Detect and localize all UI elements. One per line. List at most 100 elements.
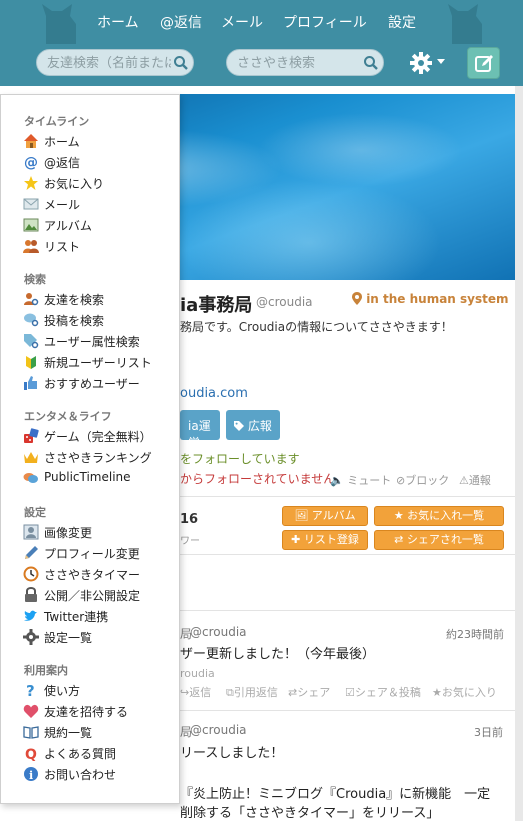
post-search-box xyxy=(226,49,384,76)
follow-status: をフォローしています xyxy=(180,452,300,466)
q-icon: Q xyxy=(25,747,37,761)
compose-icon xyxy=(475,55,493,72)
mute-link[interactable]: 🔈 ミュート xyxy=(330,472,391,488)
menu-item-home[interactable]: ホーム xyxy=(23,131,179,151)
menu-item-games[interactable]: ゲーム（完全無料） xyxy=(23,426,179,446)
menu-item-favorites[interactable]: お気に入り xyxy=(23,173,179,193)
menu-section-title: タイムライン xyxy=(24,115,90,128)
star-icon xyxy=(24,176,38,190)
nav-mail[interactable]: メール xyxy=(221,12,263,32)
post-text: リースしました！ xyxy=(180,746,284,761)
menu-item-privacy[interactable]: 公開／非公開設定 xyxy=(23,585,179,605)
location-pin-icon xyxy=(352,292,362,305)
report-link[interactable]: ⚠通報 xyxy=(459,472,491,488)
shared-list-button[interactable]: ⇄ シェアされ一覧 xyxy=(374,530,504,550)
profile-url[interactable]: oudia.com xyxy=(180,386,248,401)
menu-item-faq[interactable]: Q よくある質問 xyxy=(23,743,179,763)
follower-label: ワー xyxy=(180,536,200,547)
book-icon xyxy=(23,726,39,739)
menu-item-timer[interactable]: ささやきタイマー xyxy=(23,564,179,584)
follower-count: 16 xyxy=(180,512,199,527)
user-search-icon xyxy=(24,293,39,306)
post-time[interactable]: 約23時間前 xyxy=(446,626,504,642)
search-icon[interactable] xyxy=(173,55,189,71)
svg-text:@: @ xyxy=(24,155,38,170)
tag-icon xyxy=(234,421,244,431)
main-nav: ホーム @返信 メール プロフィール 設定 xyxy=(0,12,523,32)
divider xyxy=(180,496,515,497)
menu-item-terms[interactable]: 規約一覧 xyxy=(23,722,179,742)
nav-home[interactable]: ホーム xyxy=(97,12,139,32)
twitter-icon xyxy=(24,610,37,621)
menu-item-settings-list[interactable]: 設定一覧 xyxy=(23,627,179,647)
share-post-action[interactable]: ☑シェア＆投稿 xyxy=(345,684,421,700)
menu-item-new-users[interactable]: 新規ユーザーリスト xyxy=(23,352,179,372)
nav-settings[interactable]: 設定 xyxy=(388,12,416,32)
favorite-action[interactable]: ★お気に入り xyxy=(432,684,497,700)
menu-item-mail[interactable]: メール xyxy=(23,194,179,214)
friend-search-box xyxy=(36,49,194,76)
chevron-down-icon[interactable] xyxy=(437,59,445,64)
menu-item-list[interactable]: リスト xyxy=(23,236,179,256)
reply-action[interactable]: ↪返信 xyxy=(180,684,211,700)
envelope-icon xyxy=(23,198,39,210)
post-time[interactable]: 3日前 xyxy=(474,724,503,740)
menu-item-contact[interactable]: i お問い合わせ xyxy=(23,764,179,784)
compose-button[interactable] xyxy=(467,47,500,79)
nav-profile[interactable]: プロフィール xyxy=(283,12,367,32)
tag-button[interactable]: ia運営 xyxy=(180,410,220,450)
top-header: ホーム @返信 メール プロフィール 設定 xyxy=(0,0,523,86)
menu-section-title: 検索 xyxy=(24,273,46,286)
menu-section-title: 利用案内 xyxy=(24,664,68,677)
heart-icon xyxy=(23,704,39,718)
favorites-list-button[interactable]: ★ お気に入れ一覧 xyxy=(374,506,504,526)
question-icon: ? xyxy=(26,682,35,698)
dropdown-menu: タイムライン ホーム @ @返信 お気に入り メール アルバム リスト 検索 友… xyxy=(0,94,180,804)
menu-item-invite[interactable]: 友達を招待する xyxy=(23,701,179,721)
follower-status: からフォローされていません xyxy=(180,472,336,486)
menu-item-attribute-search[interactable]: ユーザー属性検索 xyxy=(23,331,179,351)
menu-item-album[interactable]: アルバム xyxy=(23,215,179,235)
portrait-icon xyxy=(23,524,39,540)
search-icon[interactable] xyxy=(363,55,379,71)
beginner-mark-icon xyxy=(26,356,36,369)
menu-item-replies[interactable]: @ @返信 xyxy=(23,152,179,172)
menu-section-title: エンタメ＆ライフ xyxy=(24,410,112,423)
post-search-input[interactable] xyxy=(237,54,361,72)
post-text: ザー更新しました！（今年最後） xyxy=(180,647,376,662)
post-text: 『炎上防止！ミニブログ『Croudia』に新機能 一定 xyxy=(180,787,491,802)
info-icon: i xyxy=(24,767,38,782)
at-icon: @ xyxy=(24,155,38,170)
tag-button[interactable]: 広報 xyxy=(226,410,280,440)
post-handle[interactable]: @croudia xyxy=(190,723,247,737)
quote-action[interactable]: ⧉引用返信 xyxy=(226,684,278,700)
menu-item-how-to[interactable]: ? 使い方 xyxy=(23,680,179,700)
menu-section-title: 設定 xyxy=(24,506,46,519)
post-handle[interactable]: @croudia xyxy=(190,625,247,639)
friend-search-input[interactable] xyxy=(47,54,171,72)
menu-item-search-posts[interactable]: 投稿を検索 xyxy=(23,310,179,330)
block-link[interactable]: ⊘ブロック xyxy=(396,472,449,488)
menu-item-find-friends[interactable]: 友達を検索 xyxy=(23,289,179,309)
picture-icon xyxy=(23,218,39,232)
svg-text:Q: Q xyxy=(25,747,37,761)
menu-item-ranking[interactable]: ささやきランキング xyxy=(23,447,179,467)
profile-location: in the human system xyxy=(352,292,509,306)
profile-name: ia事務局 xyxy=(180,295,253,316)
profile-handle: @croudia xyxy=(256,295,313,309)
profile-description: 務局です。Croudiaの情報についてささやきます！ xyxy=(180,320,453,334)
menu-item-edit-profile[interactable]: プロフィール変更 xyxy=(23,543,179,563)
speech-search-icon xyxy=(24,313,39,327)
nav-replies[interactable]: @返信 xyxy=(160,12,202,32)
menu-item-change-image[interactable]: 画像変更 xyxy=(23,522,179,542)
album-button[interactable]: 🖼 アルバム xyxy=(282,506,368,526)
lock-icon xyxy=(25,587,37,602)
house-icon xyxy=(24,134,38,148)
add-to-list-button[interactable]: ✚ リスト登録 xyxy=(282,530,368,550)
gear-icon[interactable] xyxy=(410,52,432,74)
menu-item-recommended-users[interactable]: おすすめユーザー xyxy=(23,373,179,393)
menu-item-public-timeline[interactable]: PublicTimeline xyxy=(23,468,179,488)
menu-item-twitter[interactable]: Twitter連携 xyxy=(23,606,179,626)
share-action[interactable]: ⇄シェア xyxy=(288,684,330,700)
gear-icon xyxy=(23,629,39,645)
